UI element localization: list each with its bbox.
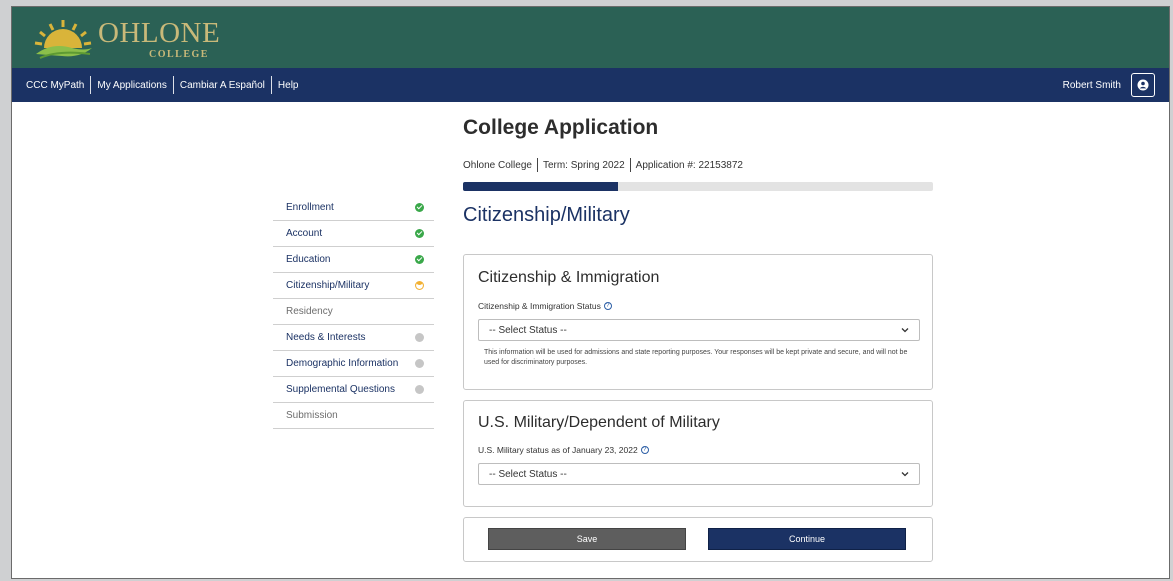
- check-complete-icon: [415, 229, 424, 238]
- nav-link-help[interactable]: Help: [272, 80, 305, 91]
- top-nav: CCC MyPath My Applications Cambiar A Esp…: [12, 68, 1169, 102]
- step-label: Education: [286, 254, 331, 265]
- citizenship-status-select[interactable]: -- Select Status --: [478, 319, 920, 341]
- check-complete-icon: [415, 203, 424, 212]
- step-supplemental-questions[interactable]: Supplemental Questions: [273, 377, 434, 403]
- user-name[interactable]: Robert Smith: [1063, 80, 1121, 91]
- progress-bar: [463, 182, 933, 191]
- application-number: Application #: 22153872: [635, 159, 743, 171]
- citizenship-heading: Citizenship & Immigration: [478, 269, 660, 286]
- account-button[interactable]: [1131, 73, 1155, 97]
- military-status-select[interactable]: -- Select Status --: [478, 463, 920, 485]
- page-title: College Application: [463, 116, 659, 139]
- military-card: U.S. Military/Dependent of Military U.S.…: [463, 400, 933, 507]
- pending-status-icon: [415, 385, 424, 394]
- pending-status-icon: [415, 333, 424, 342]
- help-icon[interactable]: ?: [640, 446, 649, 454]
- pending-status-icon: [415, 359, 424, 368]
- brand-name: OHLONE: [98, 17, 221, 49]
- step-label: Account: [286, 228, 323, 239]
- step-label: Needs & Interests: [286, 332, 366, 343]
- chevron-down-icon: [901, 472, 909, 477]
- step-needs-interests[interactable]: Needs & Interests: [273, 325, 434, 351]
- citizenship-card: Citizenship & Immigration Citizenship & …: [463, 254, 933, 390]
- step-enrollment[interactable]: Enrollment: [273, 195, 434, 221]
- college-logo[interactable]: OHLONE COLLEGE: [26, 13, 226, 63]
- brand-bar: OHLONE COLLEGE: [12, 7, 1169, 68]
- section-title: Citizenship/Military: [463, 204, 630, 226]
- user-menu: Robert Smith: [1063, 68, 1155, 102]
- nav-links: CCC MyPath My Applications Cambiar A Esp…: [26, 68, 304, 102]
- military-status-label-text: U.S. Military status as of January 23, 2…: [478, 445, 638, 455]
- step-label: Demographic Information: [286, 358, 399, 369]
- info-divider: [629, 158, 631, 172]
- college-name: Ohlone College: [463, 159, 532, 171]
- progress-fill: [463, 182, 619, 191]
- nav-divider: [270, 76, 272, 94]
- step-submission: Submission: [273, 403, 434, 429]
- term-text: Term: Spring 2022: [542, 159, 625, 171]
- step-demographic-information[interactable]: Demographic Information: [273, 351, 434, 377]
- step-label: Citizenship/Military: [286, 280, 370, 291]
- citizenship-status-label: Citizenship & Immigration Status ?: [478, 301, 612, 311]
- save-button[interactable]: Save: [488, 528, 686, 550]
- citizenship-status-label-text: Citizenship & Immigration Status: [478, 301, 601, 311]
- main-content: College Application Ohlone College Term:…: [463, 115, 933, 562]
- in-progress-icon: [415, 281, 424, 290]
- nav-divider: [90, 76, 92, 94]
- application-steps: Enrollment Account Education Citizenship…: [273, 195, 434, 429]
- military-status-label: U.S. Military status as of January 23, 2…: [478, 445, 649, 455]
- step-account[interactable]: Account: [273, 221, 434, 247]
- chevron-down-icon: [901, 328, 909, 333]
- step-label: Enrollment: [286, 202, 334, 213]
- military-heading: U.S. Military/Dependent of Military: [478, 414, 720, 431]
- sun-logo-icon: [34, 20, 92, 59]
- nav-link-spanish[interactable]: Cambiar A Español: [174, 80, 271, 91]
- select-value: -- Select Status --: [489, 468, 567, 480]
- step-education[interactable]: Education: [273, 247, 434, 273]
- browser-page: OHLONE COLLEGE CCC MyPath My Application…: [11, 6, 1170, 579]
- step-citizenship-military[interactable]: Citizenship/Military: [273, 273, 434, 299]
- continue-button[interactable]: Continue: [708, 528, 906, 550]
- nav-link-mypath[interactable]: CCC MyPath: [26, 80, 90, 91]
- step-label: Residency: [286, 306, 333, 317]
- application-info: Ohlone College Term: Spring 2022 Applica…: [463, 158, 933, 172]
- step-label: Supplemental Questions: [286, 384, 395, 395]
- citizenship-hint: This information will be used for admiss…: [484, 349, 908, 366]
- select-value: -- Select Status --: [489, 324, 567, 336]
- nav-link-my-applications[interactable]: My Applications: [91, 80, 172, 91]
- check-complete-icon: [415, 255, 424, 264]
- brand-subtitle: COLLEGE: [149, 49, 209, 60]
- step-residency: Residency: [273, 299, 434, 325]
- nav-divider: [172, 76, 174, 94]
- step-label: Submission: [286, 410, 338, 421]
- user-icon: [1137, 79, 1149, 91]
- info-divider: [536, 158, 538, 172]
- help-icon[interactable]: ?: [603, 302, 612, 310]
- form-actions: Save Continue: [463, 517, 933, 562]
